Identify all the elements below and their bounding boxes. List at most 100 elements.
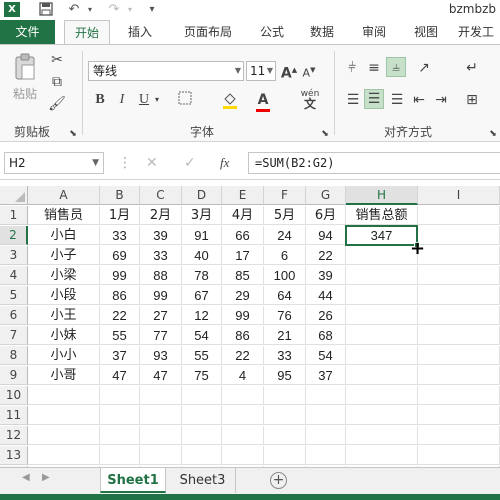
- tab-data[interactable]: 数据: [302, 20, 342, 44]
- cell-b4[interactable]: 99: [100, 266, 140, 285]
- cell-b5[interactable]: 86: [100, 286, 140, 305]
- cell-g2[interactable]: 94: [306, 226, 346, 245]
- cell-h11[interactable]: [346, 406, 418, 425]
- cell-c2[interactable]: 39: [140, 226, 182, 245]
- cell-a8[interactable]: 小小: [28, 346, 100, 365]
- cell-f5[interactable]: 64: [264, 286, 306, 305]
- cell-e12[interactable]: [222, 426, 264, 445]
- cell-b7[interactable]: 55: [100, 326, 140, 345]
- tab-formulas[interactable]: 公式: [252, 20, 292, 44]
- cell-i3[interactable]: [418, 246, 500, 265]
- cell-b10[interactable]: [100, 386, 140, 405]
- clipboard-launcher-icon[interactable]: ⬊: [68, 125, 78, 143]
- cell-f7[interactable]: 21: [264, 326, 306, 345]
- orientation-icon[interactable]: ↗: [412, 59, 436, 77]
- cell-c5[interactable]: 99: [140, 286, 182, 305]
- align-top-icon[interactable]: ⫩: [342, 59, 362, 77]
- cell-i6[interactable]: [418, 306, 500, 325]
- row-header-10[interactable]: 10: [0, 386, 28, 405]
- cell-f3[interactable]: 6: [264, 246, 306, 265]
- row-header-4[interactable]: 4: [0, 266, 28, 285]
- cell-i8[interactable]: [418, 346, 500, 365]
- cell-b3[interactable]: 69: [100, 246, 140, 265]
- cell-e13[interactable]: [222, 446, 264, 465]
- undo-icon[interactable]: ↶: [66, 2, 82, 18]
- cell-i11[interactable]: [418, 406, 500, 425]
- cell-g4[interactable]: 39: [306, 266, 346, 285]
- cell-c6[interactable]: 27: [140, 306, 182, 325]
- cell-d2[interactable]: 91: [182, 226, 222, 245]
- grow-font-button[interactable]: A▲: [280, 61, 298, 83]
- scroll-right-icon[interactable]: ▶: [42, 472, 50, 483]
- cell-e7[interactable]: 86: [222, 326, 264, 345]
- row-header-5[interactable]: 5: [0, 286, 28, 305]
- cell-h13[interactable]: [346, 446, 418, 465]
- cell-f10[interactable]: [264, 386, 306, 405]
- redo-dropdown-icon[interactable]: ▾: [122, 2, 138, 18]
- cell-h10[interactable]: [346, 386, 418, 405]
- sheet-tab-sheet3[interactable]: Sheet3: [170, 468, 236, 493]
- cell-f2[interactable]: 24: [264, 226, 306, 245]
- cell-i13[interactable]: [418, 446, 500, 465]
- column-header-i[interactable]: I: [418, 186, 500, 205]
- cell-b1[interactable]: 1月: [100, 206, 140, 225]
- name-box[interactable]: H2 ▼: [4, 152, 104, 174]
- cell-g11[interactable]: [306, 406, 346, 425]
- cell-i9[interactable]: [418, 366, 500, 385]
- column-header-h[interactable]: H: [346, 186, 418, 205]
- cell-d11[interactable]: [182, 406, 222, 425]
- cell-f13[interactable]: [264, 446, 306, 465]
- select-all-corner[interactable]: [0, 186, 28, 205]
- phonetic-icon[interactable]: wén 文: [296, 89, 324, 111]
- alignment-launcher-icon[interactable]: ⬊: [488, 125, 498, 143]
- cell-c10[interactable]: [140, 386, 182, 405]
- cell-b6[interactable]: 22: [100, 306, 140, 325]
- column-header-b[interactable]: B: [100, 186, 140, 205]
- row-header-8[interactable]: 8: [0, 346, 28, 365]
- cell-i5[interactable]: [418, 286, 500, 305]
- sheet-tab-sheet1[interactable]: Sheet1: [100, 468, 166, 493]
- shrink-font-button[interactable]: A▼: [300, 61, 318, 83]
- cell-d12[interactable]: [182, 426, 222, 445]
- cell-g13[interactable]: [306, 446, 346, 465]
- cell-d5[interactable]: 67: [182, 286, 222, 305]
- font-size-select[interactable]: 11 ▼: [246, 61, 276, 81]
- cell-f12[interactable]: [264, 426, 306, 445]
- cell-a3[interactable]: 小子: [28, 246, 100, 265]
- cell-d10[interactable]: [182, 386, 222, 405]
- cell-g9[interactable]: 37: [306, 366, 346, 385]
- cell-c9[interactable]: 47: [140, 366, 182, 385]
- customize-qat-icon[interactable]: ▾: [144, 2, 160, 18]
- cell-e9[interactable]: 4: [222, 366, 264, 385]
- cell-h4[interactable]: [346, 266, 418, 285]
- cell-a9[interactable]: 小哥: [28, 366, 100, 385]
- align-center-icon[interactable]: ☰: [364, 89, 384, 109]
- format-painter-icon[interactable]: 🖌: [48, 95, 66, 113]
- cell-g1[interactable]: 6月: [306, 206, 346, 225]
- cell-h8[interactable]: [346, 346, 418, 365]
- cell-d9[interactable]: 75: [182, 366, 222, 385]
- tab-view[interactable]: 视图: [406, 20, 446, 44]
- cell-a5[interactable]: 小段: [28, 286, 100, 305]
- enter-icon[interactable]: ✓: [184, 152, 196, 174]
- cell-i4[interactable]: [418, 266, 500, 285]
- cell-a7[interactable]: 小妹: [28, 326, 100, 345]
- cell-b11[interactable]: [100, 406, 140, 425]
- cell-d8[interactable]: 55: [182, 346, 222, 365]
- cell-e6[interactable]: 99: [222, 306, 264, 325]
- column-header-a[interactable]: A: [28, 186, 100, 205]
- wrap-text-icon[interactable]: ↵: [462, 59, 482, 77]
- cell-f4[interactable]: 100: [264, 266, 306, 285]
- cell-i7[interactable]: [418, 326, 500, 345]
- cell-c8[interactable]: 93: [140, 346, 182, 365]
- drag-handle-icon[interactable]: ⋮: [118, 152, 132, 174]
- tab-insert[interactable]: 插入: [118, 20, 162, 44]
- column-header-d[interactable]: D: [182, 186, 222, 205]
- row-header-3[interactable]: 3: [0, 246, 28, 265]
- paste-button[interactable]: 粘贴: [8, 85, 42, 103]
- font-name-select[interactable]: 等线 ▼: [88, 61, 244, 81]
- cell-e2[interactable]: 66: [222, 226, 264, 245]
- row-header-6[interactable]: 6: [0, 306, 28, 325]
- font-launcher-icon[interactable]: ⬊: [320, 125, 330, 143]
- row-header-9[interactable]: 9: [0, 366, 28, 385]
